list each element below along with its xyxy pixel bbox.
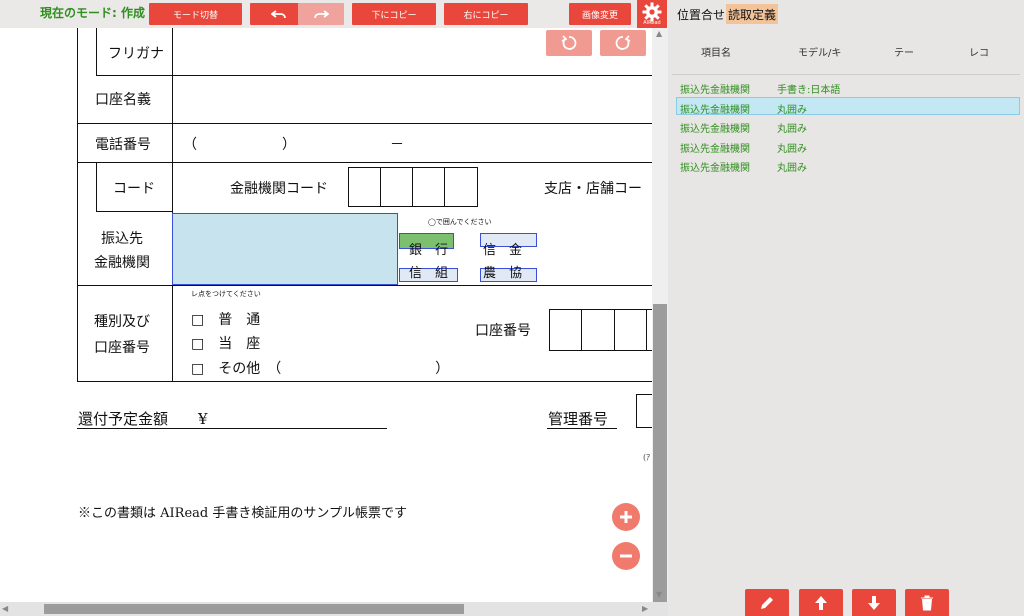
minus-icon (620, 554, 632, 558)
table-divider (96, 162, 97, 211)
checkbox-other[interactable]: □ その他 （ ） (191, 358, 449, 378)
rotate-left-button[interactable] (546, 30, 592, 56)
brand-label: AIRead (643, 20, 661, 26)
scroll-down-icon[interactable]: ▼ (656, 590, 662, 599)
furigana-label: フリガナ (108, 46, 164, 62)
arrow-down-icon (868, 595, 880, 610)
plus-icon (620, 511, 632, 523)
transfer-dest-label-1: 振込先 (101, 231, 143, 247)
mode-switch-button[interactable]: モード切替 (149, 3, 242, 25)
copy-right-button[interactable]: 右にコピー (444, 3, 528, 25)
checkbox-futsu[interactable]: □ 普 通 (191, 309, 260, 329)
phone-close-paren: ） (282, 137, 296, 153)
trash-icon (921, 595, 933, 610)
table-line (77, 285, 652, 286)
management-number-label: 管理番号 (548, 410, 609, 428)
toolbar: 現在のモード: 作成 モード切替 下にコピー 右にコピー 画像変更 AIRead (0, 0, 668, 28)
list-item[interactable]: 振込先金融機関 丸囲み (676, 137, 1020, 155)
document-canvas[interactable]: フリガナ 口座名義 電話番号 （ ） － コード 金融機関コード 支店・店舗コー… (0, 28, 652, 602)
undo-icon (271, 10, 286, 19)
refund-underline (77, 428, 387, 429)
mode-label: 現在のモード: 作成 (40, 6, 145, 20)
redo-button[interactable] (298, 3, 344, 25)
nokyo-option: 農 協 (483, 266, 523, 281)
table-line (77, 381, 652, 382)
table-divider (96, 28, 97, 75)
account-number-label: 口座番号 (475, 323, 531, 339)
phone-label: 電話番号 (95, 137, 151, 153)
horizontal-scroll-thumb[interactable] (44, 604, 464, 614)
bank-code-boxes[interactable] (348, 167, 478, 207)
selected-region-handwriting[interactable] (172, 213, 398, 285)
tab-alignment[interactable]: 位置合せ (675, 4, 727, 24)
table-line (77, 162, 652, 163)
copy-down-button[interactable]: 下にコピー (352, 3, 436, 25)
paren-note: (ｱ (643, 453, 651, 462)
account-number-boxes[interactable] (549, 309, 652, 351)
move-down-button[interactable] (852, 589, 896, 616)
delete-button[interactable] (905, 589, 949, 616)
list-header: 項目名 モデル/キ テー レコ (668, 36, 1024, 66)
list-item-selected[interactable]: 振込先金融機関 丸囲み (676, 97, 1020, 116)
transfer-dest-label-2: 金融機関 (94, 255, 150, 271)
footnote-text: ※この書類は AIRead 手書き検証用のサンプル帳票です (78, 506, 407, 521)
tab-read-definition[interactable]: 読取定義 (726, 4, 779, 24)
account-type-label-2: 口座番号 (94, 340, 150, 356)
check-hint-text: レ点をつけてください (191, 290, 261, 298)
horizontal-scrollbar[interactable]: ◀ ▶ (0, 602, 668, 616)
header-model[interactable]: モデル/キ (798, 44, 841, 59)
shinkin-option: 信 金 (483, 243, 523, 258)
edit-button[interactable] (745, 589, 789, 616)
scroll-right-icon[interactable]: ▶ (642, 604, 648, 613)
list-item[interactable]: 振込先金融機関 手書き:日本語 (676, 78, 1020, 96)
code-label: コード (113, 181, 155, 197)
scroll-left-icon[interactable]: ◀ (2, 604, 8, 613)
branch-code-label: 支店・店舗コー (544, 181, 642, 197)
pencil-icon (761, 596, 773, 609)
table-line (77, 123, 652, 124)
bank-option: 銀 行 (409, 243, 449, 258)
list-item[interactable]: 振込先金融機関 丸囲み (676, 156, 1020, 174)
rotate-left-icon (561, 35, 577, 50)
redo-icon (314, 10, 329, 19)
rotate-right-icon (615, 35, 631, 50)
mgmt-underline (547, 428, 617, 429)
phone-dash: － (390, 137, 404, 153)
gear-icon (642, 2, 662, 22)
header-item-name[interactable]: 項目名 (701, 44, 731, 59)
management-number-box[interactable] (636, 394, 652, 428)
rotate-right-button[interactable] (600, 30, 646, 56)
table-line (96, 211, 173, 212)
zoom-out-button[interactable] (612, 542, 640, 570)
checkbox-toza[interactable]: □ 当 座 (191, 333, 260, 353)
header-record[interactable]: レコ (969, 44, 989, 59)
definition-panel: 位置合せ 読取定義 項目名 モデル/キ テー レコ 振込先金融機関 手書き:日本… (668, 0, 1024, 616)
header-divider (672, 74, 1020, 75)
settings-button[interactable]: AIRead (637, 0, 667, 28)
zoom-in-button[interactable] (612, 503, 640, 531)
list-item[interactable]: 振込先金融機関 丸囲み (676, 117, 1020, 135)
table-border-left (77, 28, 78, 382)
app-window: 現在のモード: 作成 モード切替 下にコピー 右にコピー 画像変更 AIRead… (0, 0, 1024, 616)
account-name-label: 口座名義 (95, 92, 151, 108)
circle-hint-text: ◯で囲んでください (428, 218, 492, 226)
move-up-button[interactable] (799, 589, 843, 616)
header-template[interactable]: テー (894, 44, 914, 59)
phone-open-paren: （ (183, 137, 197, 153)
account-type-label-1: 種別及び (94, 314, 150, 330)
table-line (96, 75, 652, 76)
shinkumi-option: 信 組 (409, 266, 449, 281)
scroll-up-icon[interactable]: ▲ (656, 29, 662, 38)
image-change-button[interactable]: 画像変更 (569, 3, 631, 25)
vertical-scrollbar[interactable]: ▲ ▼ (652, 28, 668, 604)
vertical-scroll-thumb[interactable] (653, 304, 667, 604)
arrow-up-icon (815, 595, 827, 610)
refund-amount-label: 還付予定金額 ¥ (78, 410, 208, 428)
table-divider (172, 28, 173, 382)
bank-code-label: 金融機関コード (230, 181, 328, 197)
